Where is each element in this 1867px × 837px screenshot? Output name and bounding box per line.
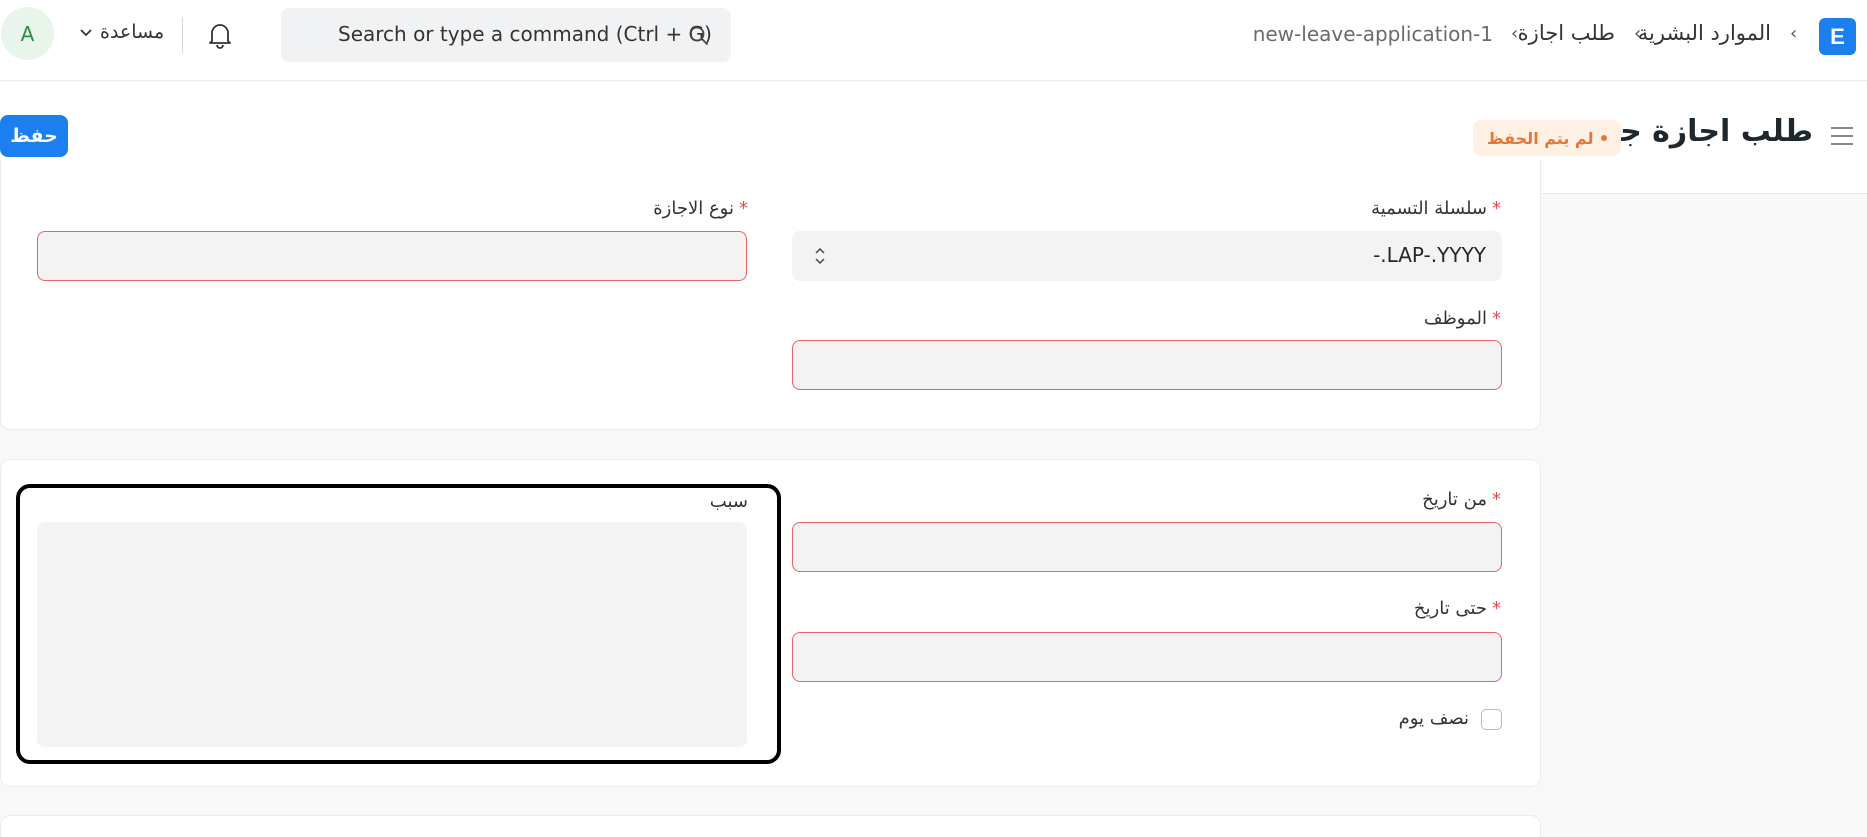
highlight-box [16, 484, 781, 764]
search-icon [689, 26, 708, 45]
nav-divider [182, 17, 183, 53]
status-badge: لم يتم الحفظ [1473, 120, 1622, 156]
half-day-label: نصف يوم [1398, 708, 1469, 729]
status-dot-icon [1601, 135, 1608, 141]
naming-series-label: سلسلة التسمية * [1371, 198, 1501, 219]
search-placeholder: Search or type a command (Ctrl + G) [338, 22, 712, 46]
chevron-left-icon: ‹ [1634, 23, 1642, 44]
help-menu[interactable]: مساعدة [100, 21, 164, 43]
leave-type-field[interactable] [37, 231, 747, 281]
from-date-label: من تاريخ * [1422, 489, 1501, 510]
app-logo[interactable]: E [1819, 18, 1856, 55]
from-date-field[interactable] [792, 522, 1502, 572]
to-date-field[interactable] [792, 632, 1502, 682]
naming-series-select[interactable]: -.LAP-.YYYY [792, 231, 1502, 281]
breadcrumb-current[interactable]: new-leave-application-1 [1253, 22, 1493, 46]
hamburger-menu-icon[interactable] [1830, 126, 1854, 146]
half-day-checkbox[interactable] [1481, 709, 1502, 730]
chevron-left-icon: ‹ [1790, 23, 1798, 44]
employee-label: الموظف * [1423, 308, 1501, 329]
select-arrows-icon [815, 247, 825, 265]
to-date-label: حتى تاريخ * [1413, 598, 1501, 619]
navbar: E ‹ الموارد البشرية ‹ طلب اجازة ‹ new-le… [0, 0, 1867, 81]
search-input[interactable]: Search or type a command (Ctrl + G) [281, 8, 731, 62]
naming-series-value: -.LAP-.YYYY [1373, 243, 1486, 267]
breadcrumb-hr[interactable]: الموارد البشرية [1638, 21, 1771, 45]
leave-type-label: نوع الاجازة * [653, 198, 748, 219]
chevron-left-icon: ‹ [1511, 23, 1519, 44]
notification-bell-icon[interactable] [206, 20, 234, 50]
employee-field[interactable] [792, 340, 1502, 390]
avatar[interactable]: A [1, 7, 54, 60]
breadcrumb-leave-application[interactable]: طلب اجازة [1518, 21, 1615, 45]
save-button[interactable]: حفظ [0, 115, 68, 157]
form-section-next [0, 815, 1541, 837]
chevron-down-icon[interactable] [79, 28, 93, 38]
status-text: لم يتم الحفظ [1487, 128, 1594, 148]
